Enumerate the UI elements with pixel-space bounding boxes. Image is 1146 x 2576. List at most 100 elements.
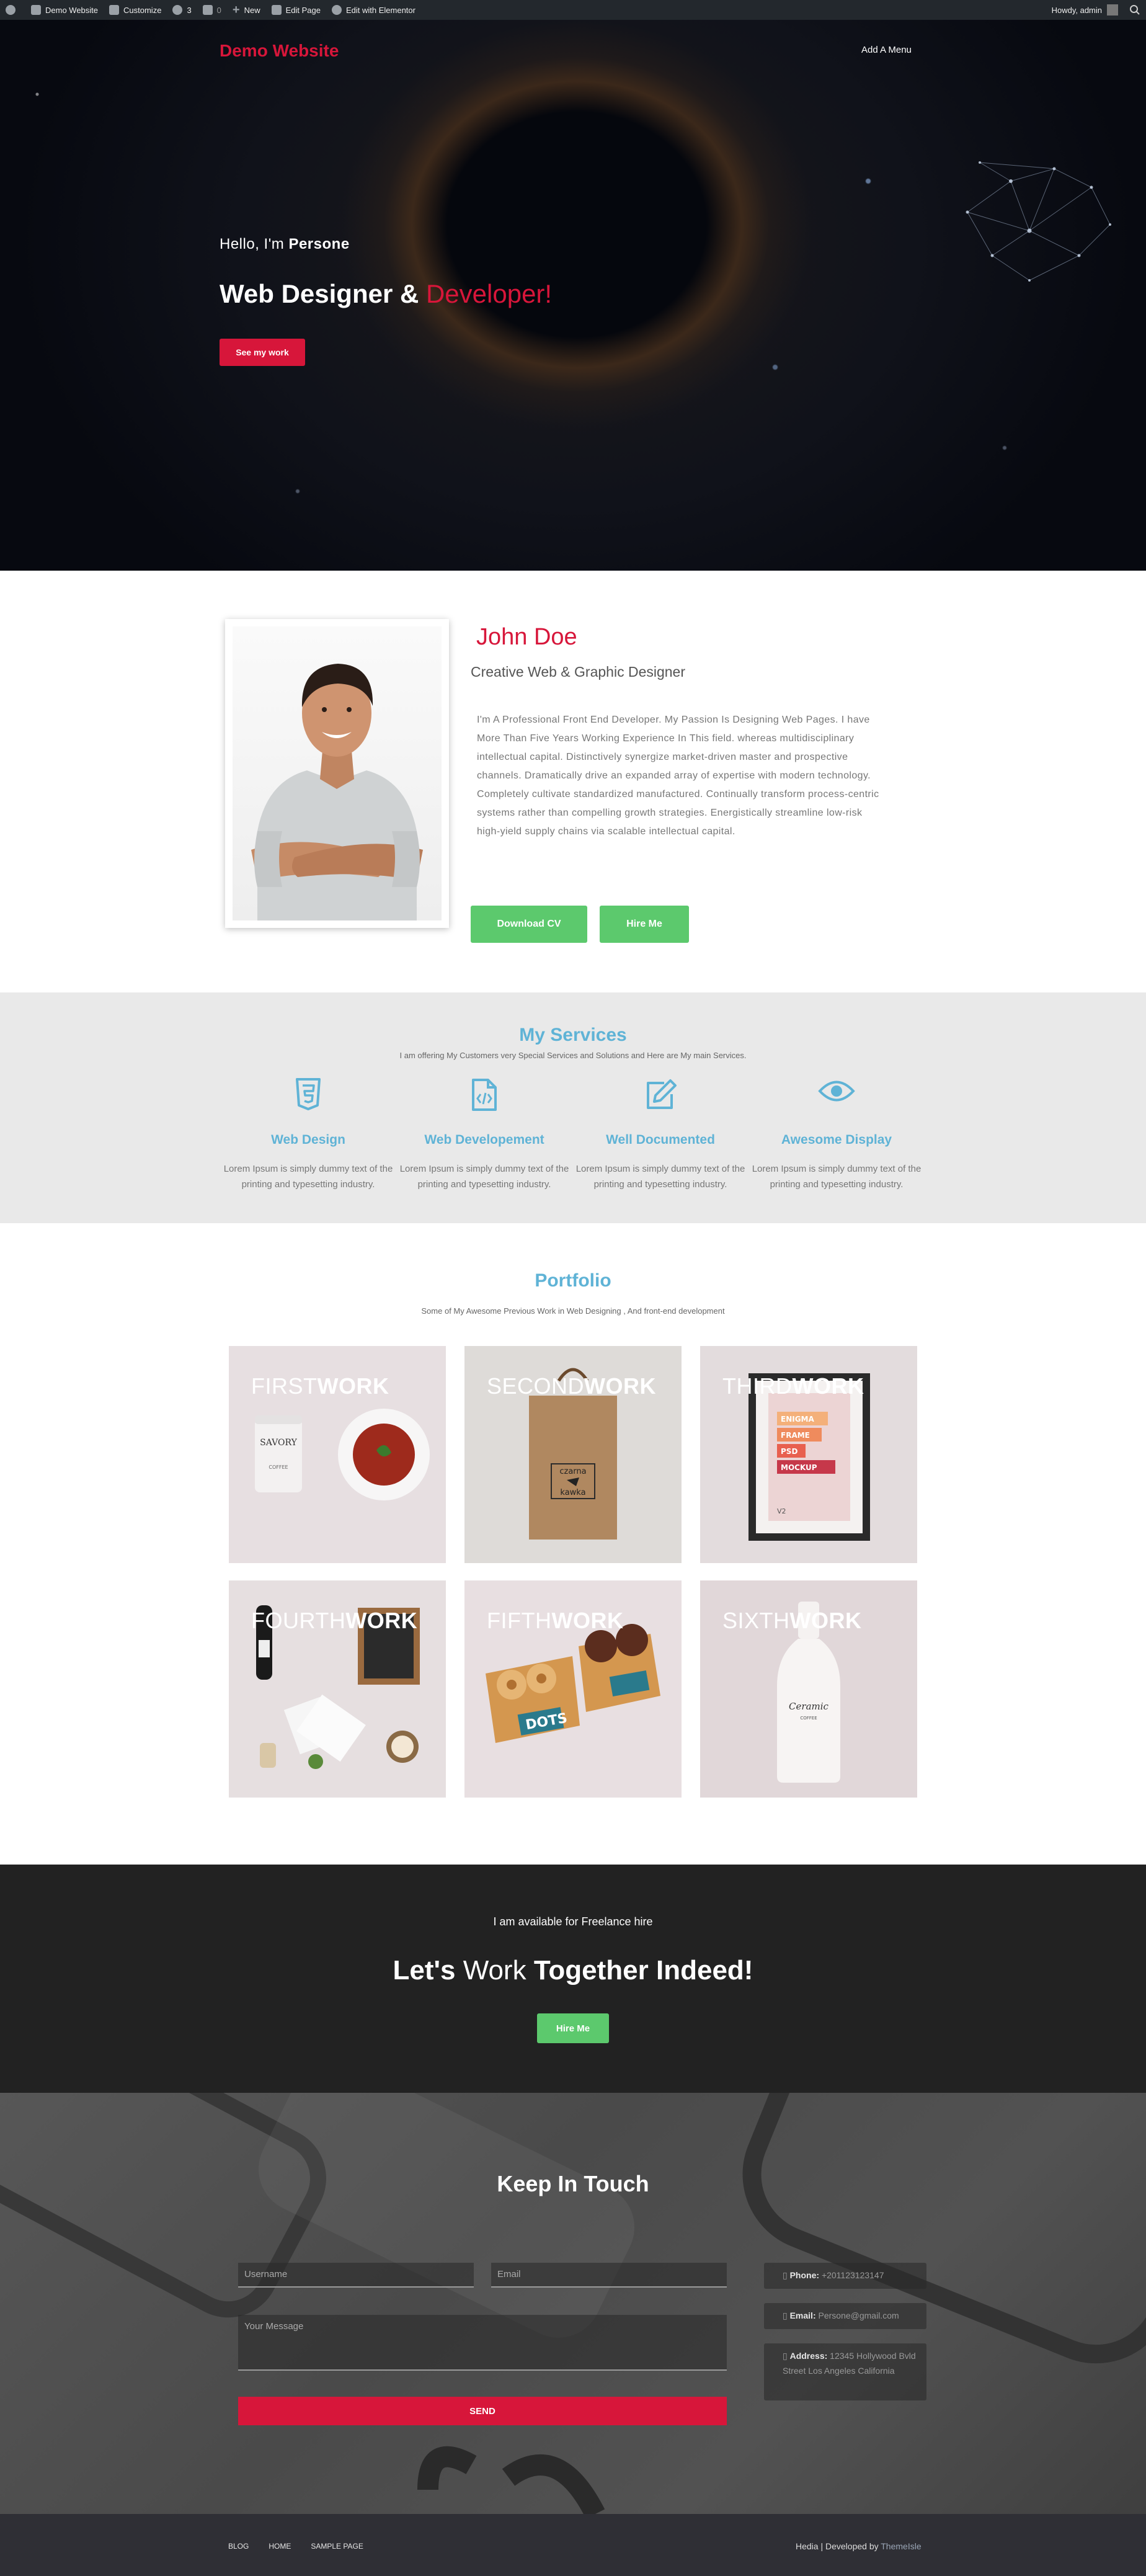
- freelance-subtitle: I am available for Freelance hire: [493, 1915, 653, 1928]
- contact-title: Keep In Touch: [497, 2171, 649, 2196]
- see-my-work-button[interactable]: See my work: [220, 339, 305, 366]
- elementor-icon: [331, 5, 342, 15]
- brush-icon: [109, 5, 120, 15]
- portfolio-caption: FIRSTWORK: [251, 1373, 389, 1399]
- plus-icon: +: [232, 3, 240, 17]
- service-card: Web Developement Lorem Ipsum is simply d…: [398, 1078, 571, 1192]
- service-card: Awesome Display Lorem Ipsum is simply du…: [750, 1078, 923, 1192]
- portfolio-item-second[interactable]: SECONDWORK czarna kawka: [464, 1346, 682, 1563]
- hero-title: Web Designer & Developer!: [220, 279, 553, 308]
- wordpress-logo-button[interactable]: [0, 0, 25, 20]
- wordpress-icon: [6, 5, 16, 15]
- about-section: John Doe Creative Web & Graphic Designer…: [0, 571, 1146, 992]
- username-input[interactable]: Username: [238, 2263, 474, 2288]
- home-icon: [31, 5, 41, 15]
- freelance-title: Let's Work Together Indeed!: [393, 1955, 753, 1985]
- code-file-icon: [398, 1078, 571, 1115]
- hire-me-button[interactable]: Hire Me: [600, 906, 689, 943]
- html5-icon: [221, 1078, 395, 1115]
- svg-text:COFFEE: COFFEE: [800, 1716, 817, 1721]
- service-title: Web Design: [271, 1133, 345, 1147]
- pencil-icon: [271, 5, 282, 15]
- footer-copyright: Hedia | Developed by ThemeIsle: [796, 2541, 922, 2551]
- hero-section: Demo Website Add A Menu Hello, I'm Perso…: [0, 20, 1146, 571]
- freelance-hire-me-button[interactable]: Hire Me: [537, 2013, 609, 2043]
- service-card: Well Documented Lorem Ipsum is simply du…: [574, 1078, 747, 1192]
- contact-address: ▯ Address: 12345 Hollywood Bvld Street L…: [764, 2343, 926, 2400]
- svg-text:PSD: PSD: [781, 1447, 797, 1456]
- svg-text:SAVORY: SAVORY: [260, 1438, 297, 1448]
- footer-link-home[interactable]: HOME: [269, 2542, 291, 2551]
- portfolio-caption: SIXTHWORK: [722, 1608, 862, 1633]
- services-title: My Services: [519, 1025, 627, 1045]
- phone-icon: ▯: [783, 2270, 790, 2280]
- hero-greeting: Hello, I'm Persone: [220, 236, 350, 252]
- svg-text:COFFEE: COFFEE: [269, 1464, 288, 1470]
- comment-icon: [202, 5, 213, 15]
- svg-text:MOCKUP: MOCKUP: [781, 1463, 817, 1472]
- mail-icon: ▯: [783, 2311, 790, 2320]
- send-button[interactable]: SEND: [238, 2397, 727, 2425]
- admin-bar: Demo Website Customize 3 0 + New Edit Pag…: [0, 0, 1146, 20]
- elementor-link[interactable]: Edit with Elementor: [326, 0, 421, 20]
- email-input[interactable]: Email: [491, 2263, 727, 2288]
- updates-icon: [172, 5, 183, 15]
- portfolio-item-fourth[interactable]: FOURTHWORK: [229, 1580, 446, 1798]
- service-desc: Lorem Ipsum is simply dummy text of the …: [752, 1164, 922, 1190]
- updates-link[interactable]: 3: [167, 0, 197, 20]
- person-illustration: [251, 664, 423, 920]
- portfolio-caption: THIRDWORK: [722, 1373, 864, 1399]
- svg-text:FRAME: FRAME: [781, 1431, 810, 1440]
- location-icon: ▯: [783, 2351, 790, 2361]
- portfolio-item-sixth[interactable]: SIXTHWORK Ceramic COFFEE: [700, 1580, 917, 1798]
- service-desc: Lorem Ipsum is simply dummy text of the …: [223, 1164, 393, 1190]
- download-cv-button[interactable]: Download CV: [471, 906, 587, 943]
- footer-link-sample-page[interactable]: SAMPLE PAGE: [311, 2542, 363, 2551]
- contact-phone: ▯ Phone: +201123123147: [764, 2263, 926, 2289]
- footer-link-blog[interactable]: BLOG: [228, 2542, 249, 2551]
- account-menu[interactable]: Howdy, admin: [1046, 0, 1124, 20]
- portfolio-item-fifth[interactable]: FIFTHWORK DOTS: [464, 1580, 682, 1798]
- site-footer: BLOG HOME SAMPLE PAGE Hedia | Developed …: [0, 2514, 1146, 2576]
- edit-page-link[interactable]: Edit Page: [266, 0, 326, 20]
- site-logo[interactable]: Demo Website: [220, 41, 339, 61]
- svg-text:czarna: czarna: [559, 1467, 586, 1476]
- services-subtitle: I am offering My Customers very Special …: [399, 1051, 747, 1060]
- keyboard-background: [0, 2093, 1146, 2514]
- new-content-link[interactable]: + New: [227, 0, 266, 20]
- eye-icon: [750, 1078, 923, 1115]
- portfolio-item-third[interactable]: ENIGMA FRAME PSD MOCKUP V2 THIRDWORK: [700, 1346, 917, 1563]
- customize-link[interactable]: Customize: [104, 0, 167, 20]
- service-card: Web Design Lorem Ipsum is simply dummy t…: [221, 1078, 395, 1192]
- site-name-link[interactable]: Demo Website: [25, 0, 104, 20]
- edit-icon: [574, 1078, 747, 1115]
- service-title: Awesome Display: [781, 1133, 892, 1147]
- portfolio-caption: FIFTHWORK: [487, 1608, 624, 1633]
- svg-text:kawka: kawka: [560, 1488, 585, 1497]
- comments-link[interactable]: 0: [197, 0, 227, 20]
- svg-text:V2: V2: [777, 1507, 786, 1515]
- service-desc: Lorem Ipsum is simply dummy text of the …: [399, 1164, 569, 1190]
- search-button[interactable]: [1124, 0, 1146, 20]
- message-textarea[interactable]: Your Message: [238, 2315, 727, 2371]
- contact-email: ▯ Email: Persone@gmail.com: [764, 2303, 926, 2329]
- profile-role: Creative Web & Graphic Designer: [471, 664, 685, 680]
- footer-nav: BLOG HOME SAMPLE PAGE: [228, 2542, 363, 2551]
- avatar: [1107, 4, 1118, 16]
- portfolio-title: Portfolio: [535, 1270, 611, 1291]
- portfolio-caption: SECONDWORK: [487, 1373, 657, 1399]
- service-title: Web Developement: [424, 1133, 544, 1147]
- freelance-section: I am available for Freelance hire Let's …: [0, 1865, 1146, 2093]
- profile-bio: I'm A Professional Front End Developer. …: [477, 715, 879, 837]
- portfolio-subtitle: Some of My Awesome Previous Work in Web …: [421, 1306, 725, 1316]
- themeisle-link[interactable]: ThemeIsle: [881, 2541, 921, 2551]
- add-menu-link[interactable]: Add A Menu: [861, 45, 912, 55]
- contact-section: Keep In Touch Username Email Your Messag…: [0, 2093, 1146, 2514]
- portfolio-item-first[interactable]: FIRSTWORK SAVORY COFFEE: [229, 1346, 446, 1563]
- service-desc: Lorem Ipsum is simply dummy text of the …: [575, 1164, 745, 1190]
- portfolio-caption: FOURTHWORK: [251, 1608, 418, 1633]
- service-title: Well Documented: [606, 1133, 715, 1147]
- svg-text:ENIGMA: ENIGMA: [781, 1415, 814, 1424]
- profile-name: John Doe: [476, 624, 577, 650]
- search-icon: [1130, 5, 1140, 15]
